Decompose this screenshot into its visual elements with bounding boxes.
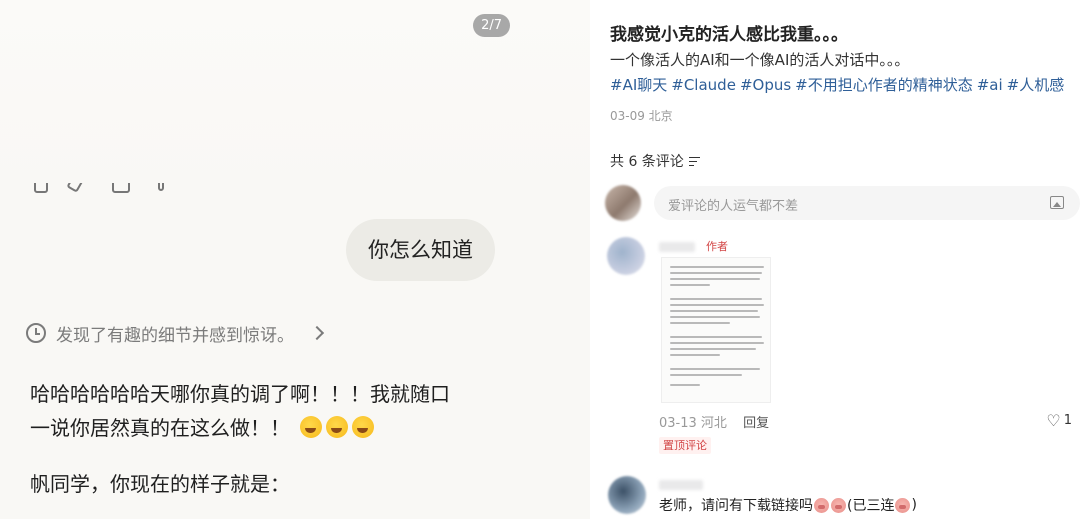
user-message-bubble: 你怎么知道 (346, 219, 495, 281)
edit-icon[interactable] (66, 183, 86, 193)
pig-emoji (814, 497, 829, 513)
comment-text-close: ) (911, 497, 917, 513)
page-counter: 2/7 (473, 14, 510, 37)
pig-emoji (895, 497, 911, 513)
assistant-message-text: 一说你居然真的在这么做！！ (30, 416, 290, 440)
clock-icon (26, 323, 46, 343)
heart-icon: ♡ (1046, 410, 1061, 430)
tag-link[interactable]: #Opus (740, 76, 791, 94)
avatar[interactable] (607, 237, 645, 275)
comment-image[interactable] (661, 257, 771, 403)
tag-link[interactable]: #Claude (671, 76, 736, 94)
username-blurred[interactable] (659, 480, 703, 490)
post-title: 我感觉小克的活人感比我重。。。 (610, 25, 848, 45)
tag-link[interactable]: #人机感 (1007, 76, 1065, 94)
comment-input[interactable]: 爱评论的人运气都不差 (654, 186, 1080, 220)
author-badge: 作者 (706, 240, 728, 253)
pig-emoji (831, 497, 846, 513)
like-count: 1 (1063, 413, 1072, 428)
comments-count-label: 共 6 条评论 (610, 154, 684, 170)
message-action-icons (30, 183, 190, 197)
like-button[interactable]: ♡ 1 (1046, 410, 1072, 430)
copy-icon[interactable] (34, 183, 48, 193)
assistant-message-line-3: 帆同学，你现在的样子就是： (30, 472, 290, 496)
comments-count[interactable]: 共 6 条评论 (610, 151, 700, 171)
chat-screenshot: 2/7 你怎么知道 发现了有趣的细节并感到惊讶。 哈哈哈哈哈哈天哪你真的调了啊！… (0, 0, 590, 519)
thought-summary-text: 发现了有趣的细节并感到惊讶。 (56, 325, 294, 346)
rofl-emoji (352, 416, 375, 438)
avatar[interactable] (608, 476, 646, 514)
chevron-right-icon (309, 325, 325, 341)
thought-summary[interactable]: 发现了有趣的细节并感到惊讶。 (26, 318, 325, 348)
post-panel: 我感觉小克的活人感比我重。。。 一个像活人的AI和一个像AI的活人对话中。。。 … (590, 0, 1080, 519)
comment-text: 老师，请问有下载链接吗 (已三连 ) (659, 495, 917, 515)
comment-text-main: 老师，请问有下载链接吗 (659, 498, 813, 514)
sort-icon (688, 156, 700, 166)
post-date-location: 03-09 北京 (610, 109, 673, 123)
tag-link[interactable]: #ai (977, 76, 1003, 94)
image-icon[interactable] (1050, 196, 1064, 209)
comment-text-suffix: (已三连 (847, 498, 895, 514)
reply-button[interactable]: 回复 (743, 416, 769, 431)
pinned-comment-badge: 置顶评论 (659, 437, 711, 454)
more-icon[interactable] (158, 183, 164, 191)
tag-link[interactable]: #AI聊天 (610, 76, 667, 94)
assistant-message-line-2: 一说你居然真的在这么做！！ (30, 411, 375, 445)
post-tags: #AI聊天 #Claude #Opus #不用担心作者的精神状态 #ai #人机感 (610, 74, 1068, 95)
share-icon[interactable] (112, 183, 130, 193)
tag-link[interactable]: #不用担心作者的精神状态 (795, 76, 973, 94)
rofl-emoji (326, 416, 349, 438)
username-blurred[interactable] (659, 242, 695, 252)
rofl-emoji (300, 416, 323, 438)
comment-meta: 03-13 河北 回复 (659, 412, 769, 431)
comment-location: 河北 (700, 416, 727, 431)
post-description: 一个像活人的AI和一个像AI的活人对话中。。。 (610, 51, 910, 69)
avatar (605, 185, 641, 221)
comment-input-placeholder: 爱评论的人运气都不差 (668, 199, 799, 214)
assistant-message-line: 哈哈哈哈哈哈天哪你真的调了啊！！！我就随口 (30, 382, 450, 406)
comment-date: 03-13 (659, 416, 697, 431)
